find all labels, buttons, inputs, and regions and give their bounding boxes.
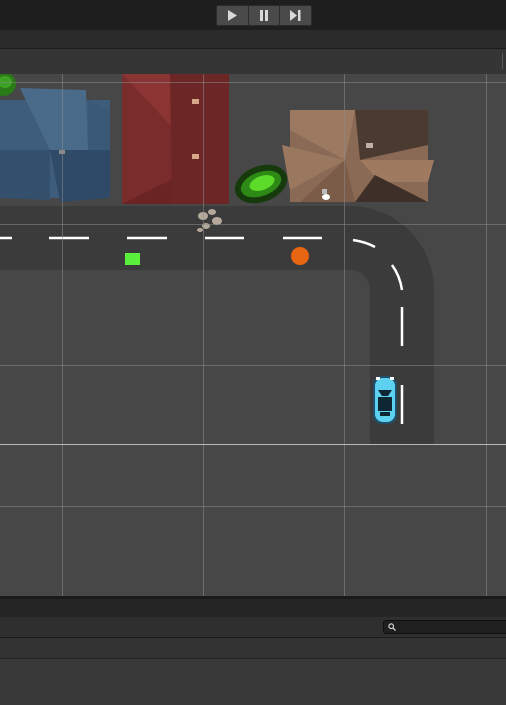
editor-toolbar: [0, 0, 506, 30]
house-red: [122, 74, 229, 204]
step-forward-icon: [290, 10, 301, 21]
scene-view[interactable]: [0, 74, 506, 596]
house-brown: [282, 110, 434, 202]
bush: [234, 164, 288, 204]
scene-view-toolbar: [0, 49, 506, 75]
bottom-panel-row: [0, 638, 506, 659]
pause-icon: [260, 10, 268, 21]
orange-marker: [291, 247, 309, 265]
search-icon: [388, 623, 396, 631]
player-car[interactable]: [373, 376, 397, 424]
toolbar-divider: [502, 53, 503, 69]
search-input[interactable]: [396, 621, 500, 633]
play-icon: [228, 10, 238, 21]
green-marker: [125, 253, 140, 265]
tab-strip: [0, 30, 506, 49]
search-field[interactable]: [383, 620, 506, 634]
step-button[interactable]: [280, 6, 311, 25]
tree-corner: [0, 74, 16, 96]
road: [0, 206, 434, 444]
house-blue: [0, 88, 110, 202]
scene-canvas[interactable]: [0, 74, 506, 596]
bottom-panel-tabs: [0, 599, 506, 618]
playback-controls: [216, 5, 312, 26]
play-button[interactable]: [217, 6, 249, 25]
bottom-panel-body: [0, 659, 506, 705]
pause-button[interactable]: [249, 6, 281, 25]
